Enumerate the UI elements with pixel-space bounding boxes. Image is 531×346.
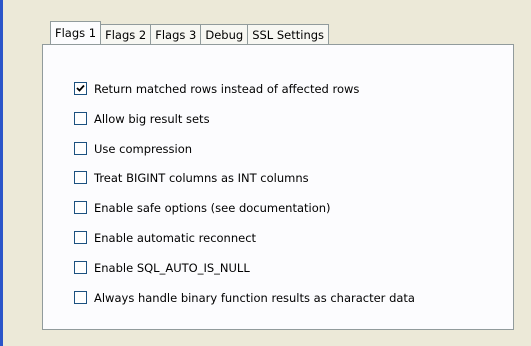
tab-debug[interactable]: Debug (200, 24, 249, 44)
option-label: Allow big result sets (94, 111, 210, 126)
option-label: Enable automatic reconnect (94, 230, 257, 245)
option-enable-sql-auto-is-null[interactable]: Enable SQL_AUTO_IS_NULL (74, 260, 250, 275)
option-allow-big-result-sets[interactable]: Allow big result sets (74, 111, 210, 126)
option-use-compression[interactable]: Use compression (74, 141, 192, 156)
option-binary-as-character-data[interactable]: Always handle binary function results as… (74, 290, 415, 305)
option-label: Enable safe options (see documentation) (94, 200, 331, 215)
option-return-matched-rows[interactable]: Return matched rows instead of affected … (74, 81, 359, 96)
checkbox[interactable] (74, 291, 87, 304)
tab-strip: Flags 1 Flags 2 Flags 3 Debug SSL Settin… (50, 21, 330, 44)
tab-flags-3[interactable]: Flags 3 (150, 24, 202, 44)
option-label: Enable SQL_AUTO_IS_NULL (94, 260, 250, 275)
tab-flags-1[interactable]: Flags 1 (50, 21, 102, 44)
checkbox[interactable] (74, 142, 87, 155)
checkbox[interactable] (74, 231, 87, 244)
option-label: Treat BIGINT columns as INT columns (94, 170, 309, 185)
tab-content-flags-1: Return matched rows instead of affected … (42, 44, 514, 330)
option-label: Use compression (94, 141, 193, 156)
dialog-panel: Flags 1 Flags 2 Flags 3 Debug SSL Settin… (3, 0, 531, 346)
checkbox[interactable] (74, 201, 87, 214)
option-label: Always handle binary function results as… (94, 290, 415, 305)
checkbox[interactable] (74, 261, 87, 274)
tab-flags-2[interactable]: Flags 2 (100, 24, 152, 44)
checkbox[interactable] (74, 112, 87, 125)
option-enable-safe-options[interactable]: Enable safe options (see documentation) (74, 200, 331, 215)
tab-ssl-settings[interactable]: SSL Settings (247, 24, 330, 44)
option-enable-automatic-reconnect[interactable]: Enable automatic reconnect (74, 230, 256, 245)
option-treat-bigint-as-int[interactable]: Treat BIGINT columns as INT columns (74, 170, 309, 185)
check-icon (76, 84, 85, 92)
option-label: Return matched rows instead of affected … (94, 81, 360, 96)
checkbox[interactable] (74, 171, 87, 184)
checkbox[interactable] (74, 82, 87, 95)
